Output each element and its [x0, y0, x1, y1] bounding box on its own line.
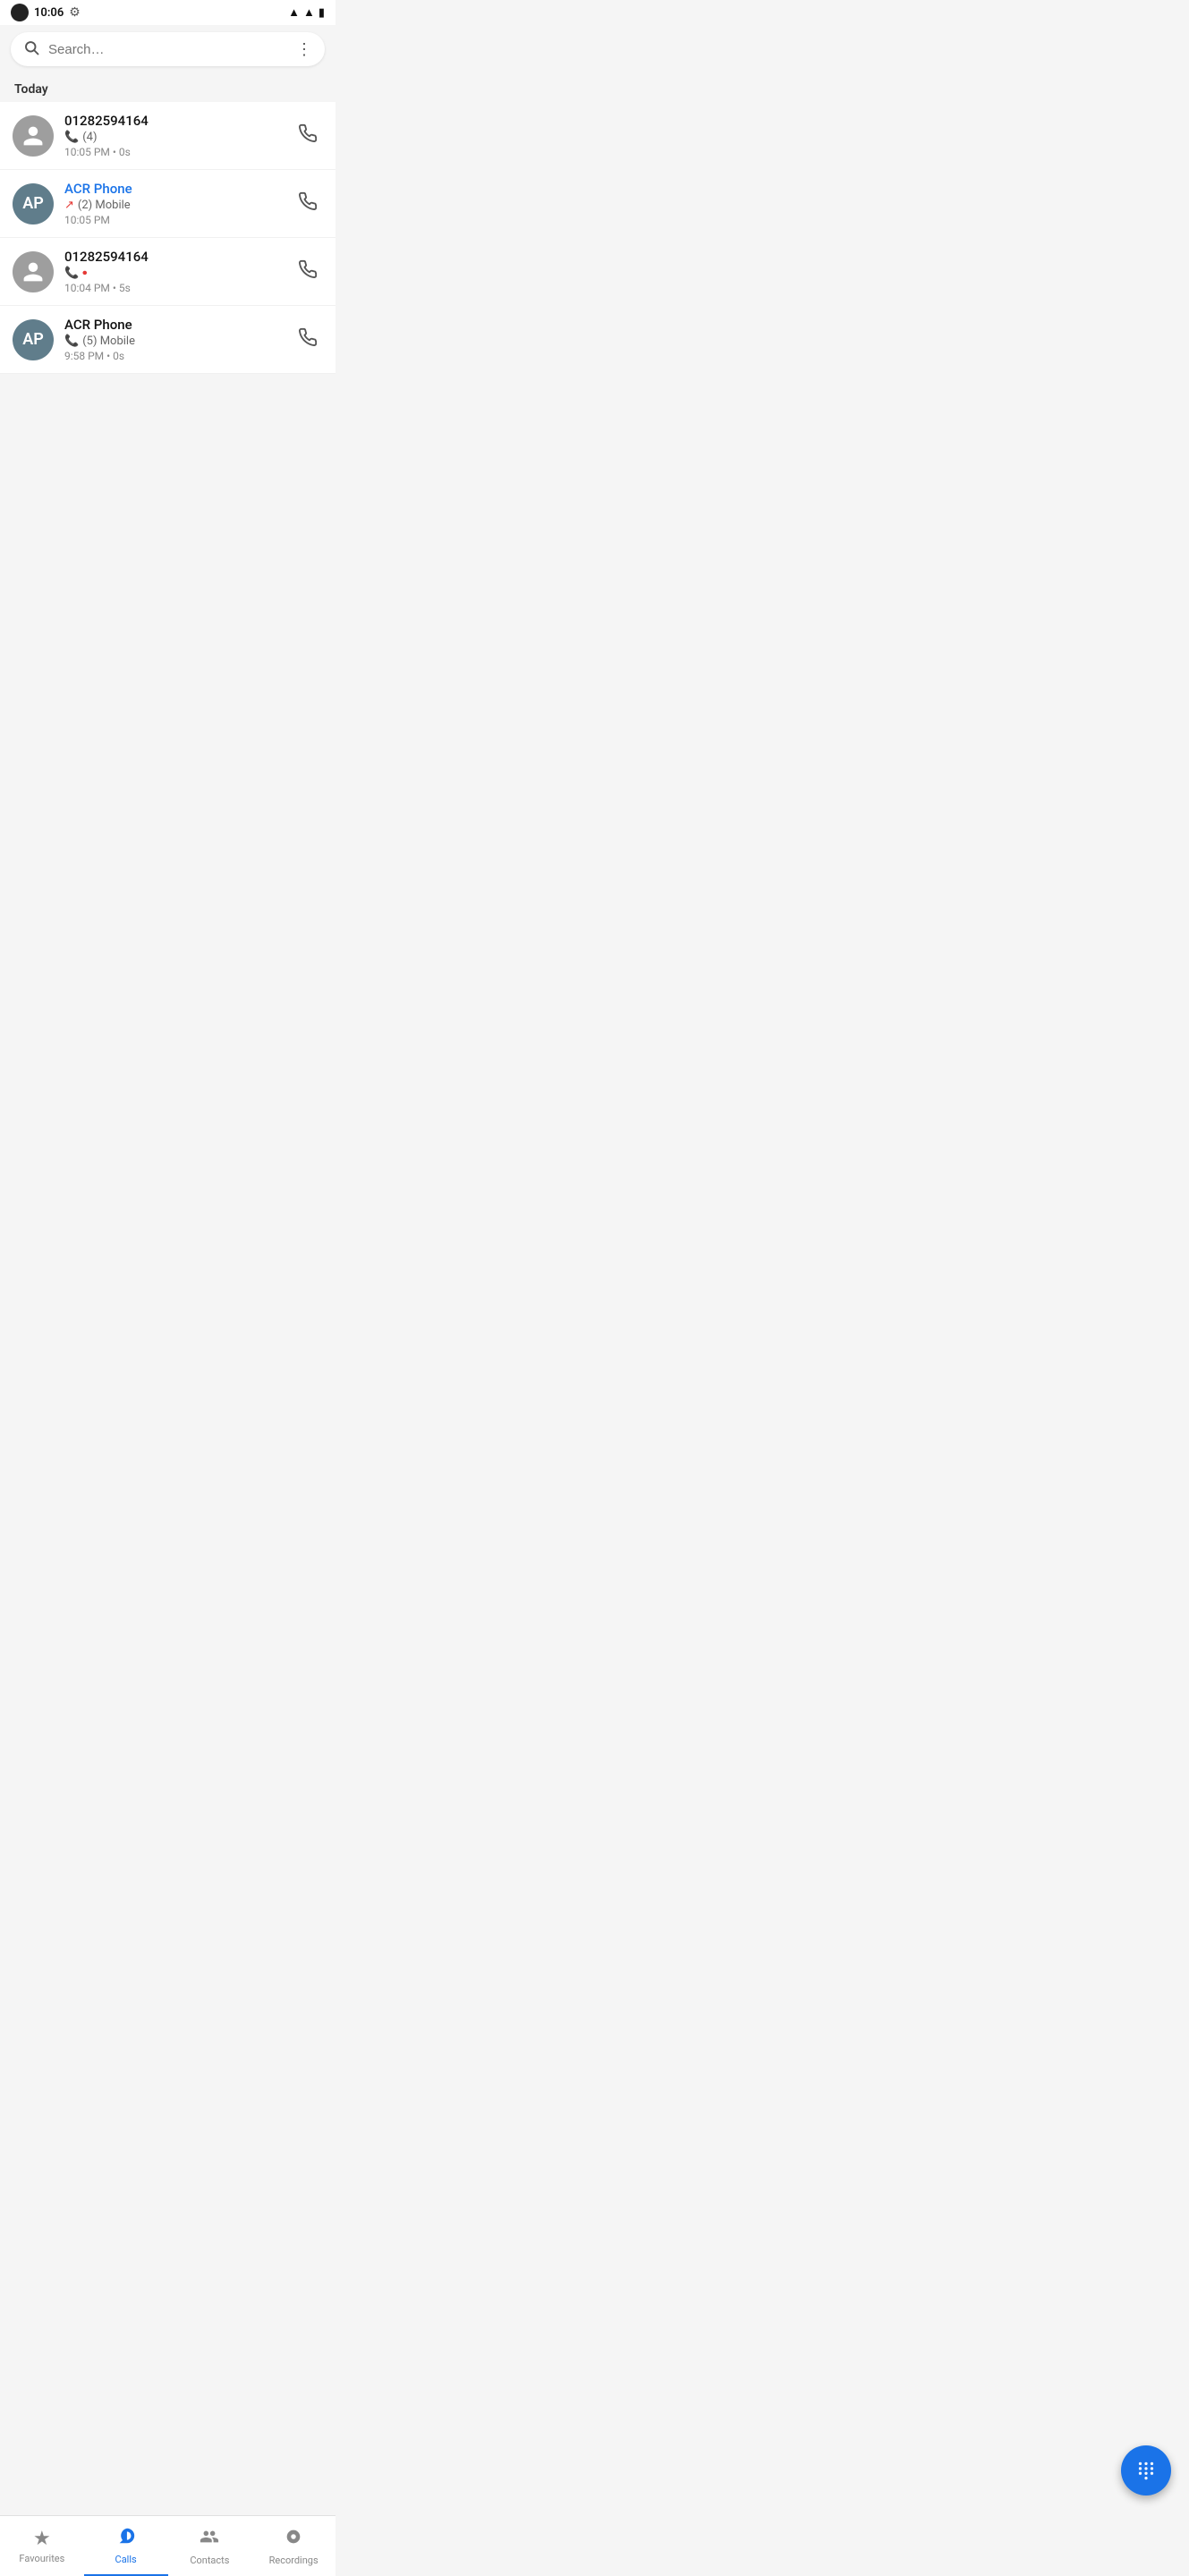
call-name-1: 01282594164	[64, 113, 293, 129]
call-details-2: ↗ (2) Mobile	[64, 199, 293, 212]
section-header-today: Today	[0, 73, 335, 102]
status-bar: 10:06 ⚙ ▲ ▲ ▮	[0, 0, 335, 25]
call-info-2: ACR Phone ↗ (2) Mobile 10:05 PM	[64, 181, 293, 226]
call-time-1: 10:05 PM • 0s	[64, 146, 293, 158]
contacts-icon	[200, 2527, 219, 2552]
battery-icon: ▮	[318, 6, 325, 20]
call-item-3[interactable]: 01282594164 📞 ⏺ 10:04 PM • 5s	[0, 238, 335, 306]
call-button-3[interactable]	[293, 254, 323, 289]
call-name-3: 01282594164	[64, 249, 293, 265]
avatar-4: AP	[13, 319, 54, 360]
call-time-3: 10:04 PM • 5s	[64, 282, 293, 294]
status-left: 10:06 ⚙	[11, 4, 81, 21]
call-time-2: 10:05 PM	[64, 214, 293, 226]
status-circle	[11, 4, 29, 21]
call-details-4: 📞 (5) Mobile	[64, 335, 293, 348]
call-info-1: 01282594164 📞 (4) 10:05 PM • 0s	[64, 113, 293, 158]
calls-icon	[116, 2526, 136, 2551]
status-right: ▲ ▲ ▮	[288, 5, 325, 20]
call-type-icon-3: 📞	[64, 267, 79, 280]
search-bar[interactable]: ⋮	[11, 32, 325, 66]
signal-icon: ▲	[303, 5, 315, 20]
call-button-4[interactable]	[293, 322, 323, 357]
status-time: 10:06	[34, 6, 64, 20]
search-input[interactable]	[48, 42, 296, 57]
nav-item-favourites[interactable]: ★ Favourites	[0, 2516, 84, 2576]
recordings-label: Recordings	[269, 2555, 318, 2566]
call-type-icon-1: 📞	[64, 131, 79, 144]
call-type-icon-2: ↗	[64, 199, 74, 212]
call-info-4: ACR Phone 📞 (5) Mobile 9:58 PM • 0s	[64, 317, 293, 362]
wifi-icon: ▲	[288, 5, 300, 20]
avatar-2: AP	[13, 183, 54, 225]
call-type-icon-4: 📞	[64, 335, 79, 348]
recordings-icon	[284, 2527, 303, 2552]
call-details-1: 📞 (4)	[64, 131, 293, 144]
favourites-icon: ★	[33, 2528, 51, 2550]
call-item-2[interactable]: AP ACR Phone ↗ (2) Mobile 10:05 PM	[0, 170, 335, 238]
search-icon	[23, 39, 39, 59]
call-time-4: 9:58 PM • 0s	[64, 350, 293, 362]
nav-item-contacts[interactable]: Contacts	[168, 2516, 252, 2576]
call-name-4: ACR Phone	[64, 317, 293, 333]
nav-item-recordings[interactable]: Recordings	[251, 2516, 335, 2576]
overflow-menu-icon[interactable]: ⋮	[296, 40, 312, 59]
call-item-1[interactable]: 01282594164 📞 (4) 10:05 PM • 0s	[0, 102, 335, 170]
avatar-1	[13, 115, 54, 157]
call-button-1[interactable]	[293, 118, 323, 153]
call-info-3: 01282594164 📞 ⏺ 10:04 PM • 5s	[64, 249, 293, 294]
call-name-2: ACR Phone	[64, 181, 293, 197]
call-details-3: 📞 ⏺	[64, 267, 293, 280]
call-item-4[interactable]: AP ACR Phone 📞 (5) Mobile 9:58 PM • 0s	[0, 306, 335, 374]
call-button-2[interactable]	[293, 186, 323, 221]
bottom-nav: ★ Favourites Calls Contacts Recordings	[0, 2515, 335, 2576]
call-recording-icon: ⏺	[82, 268, 87, 278]
favourites-label: Favourites	[19, 2553, 64, 2564]
avatar-3	[13, 251, 54, 292]
nav-item-calls[interactable]: Calls	[84, 2516, 168, 2576]
calls-label: Calls	[115, 2554, 137, 2565]
settings-icon: ⚙	[69, 5, 81, 20]
dialpad-fab[interactable]	[1121, 2445, 1171, 2496]
contacts-label: Contacts	[190, 2555, 229, 2566]
